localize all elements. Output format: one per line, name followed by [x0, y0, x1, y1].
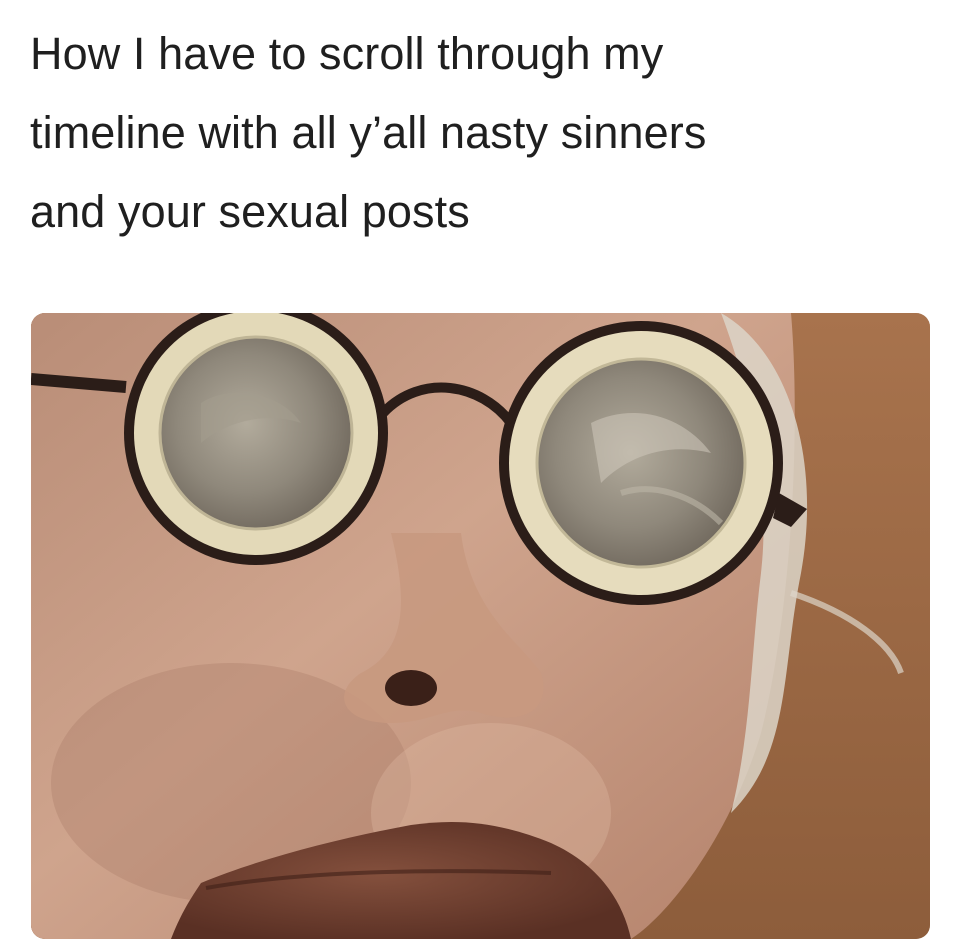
right-lens: [499, 321, 783, 605]
nostril: [385, 670, 437, 706]
caption-line-1: How I have to scroll through my: [30, 28, 664, 79]
meme-caption: How I have to scroll through my timeline…: [30, 14, 930, 251]
left-lens: [124, 313, 388, 565]
caption-line-2: timeline with all y’all nasty sinners: [30, 107, 707, 158]
meme-photo: [31, 313, 930, 939]
caption-line-3: and your sexual posts: [30, 186, 470, 237]
glasses-temple-left: [31, 373, 127, 393]
face-illustration: [31, 313, 930, 939]
meme-post: How I have to scroll through my timeline…: [0, 0, 960, 949]
